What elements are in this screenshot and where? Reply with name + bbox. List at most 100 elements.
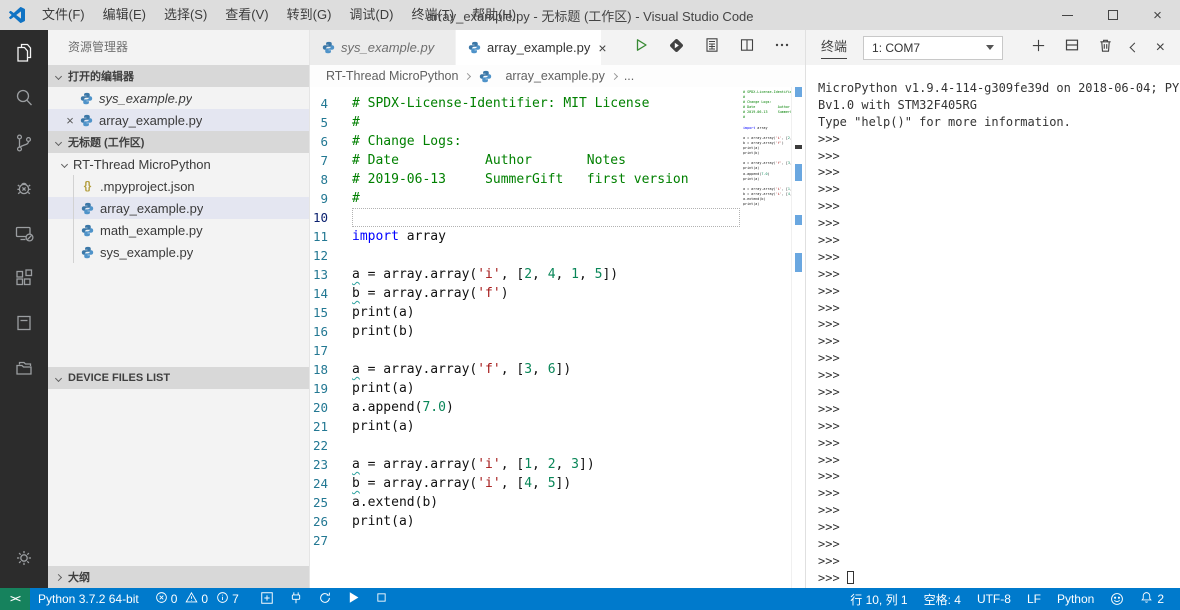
menu-item-1[interactable]: 编辑(E) — [94, 0, 155, 30]
section-device-files[interactable]: DEVICE FILES LIST — [48, 367, 309, 389]
tree-folder-rt-thread[interactable]: RT-Thread MicroPython — [48, 153, 309, 175]
menu-item-0[interactable]: 文件(F) — [33, 0, 94, 30]
indentation[interactable]: 空格: 4 — [916, 591, 969, 608]
code-line: 20 a.append(7.0) — [310, 398, 743, 417]
breadcrumb-file[interactable]: array_example.py — [505, 69, 604, 83]
code-line-content[interactable]: # — [352, 189, 740, 208]
split-terminal-icon[interactable] — [1064, 37, 1080, 58]
menu-item-4[interactable]: 转到(G) — [278, 0, 341, 30]
menu-item-5[interactable]: 调试(D) — [340, 0, 402, 30]
code-line-content[interactable]: print(a) — [352, 303, 740, 322]
search-icon[interactable] — [0, 75, 48, 120]
code-line-content[interactable] — [352, 436, 740, 455]
notifications-bell[interactable]: 2 — [1132, 591, 1172, 607]
code-line-content[interactable]: a = array.array('i', [1, 2, 3]) — [352, 455, 740, 474]
open-editor-item[interactable]: sys_example.py — [48, 87, 309, 109]
code-line-content[interactable]: # 2019-06-13 SummerGift first version — [352, 170, 740, 189]
code-line-content[interactable]: a.append(7.0) — [352, 398, 740, 417]
plug-icon[interactable] — [289, 591, 303, 608]
close-panel-icon[interactable]: × — [1156, 39, 1165, 56]
settings-gear-icon[interactable] — [0, 535, 48, 580]
run-icon[interactable] — [347, 591, 360, 607]
code-line-content[interactable]: print(a) — [352, 379, 740, 398]
code-line-content[interactable] — [352, 341, 740, 360]
new-terminal-icon[interactable] — [1031, 38, 1046, 58]
code-line-content[interactable] — [352, 246, 740, 265]
section-open-editors[interactable]: 打开的编辑器 — [48, 65, 309, 87]
code-line-content[interactable]: # Change Logs: — [352, 132, 740, 151]
device-icon[interactable] — [0, 210, 48, 255]
menu-item-2[interactable]: 选择(S) — [155, 0, 216, 30]
tree-item[interactable]: sys_example.py — [48, 241, 309, 263]
code-line: 21 print(a) — [310, 417, 743, 436]
code-line-content[interactable] — [352, 531, 740, 550]
explorer-icon[interactable] — [0, 30, 48, 75]
maximize-icon[interactable] — [1090, 0, 1135, 30]
code-line-content[interactable]: a = array.array('f', [3, 6]) — [352, 360, 740, 379]
tab-terminal[interactable]: 终端 — [821, 36, 848, 59]
tab-array-example[interactable]: array_example.py × — [456, 30, 607, 65]
section-outline[interactable]: 大纲 — [48, 566, 309, 588]
code-line-content[interactable]: import array — [352, 227, 740, 246]
terminal-output[interactable]: MicroPython v1.9.4-114-g309fe39d on 2018… — [806, 65, 1180, 588]
feedback-smiley-icon[interactable] — [1102, 592, 1132, 606]
line-number: 12 — [312, 248, 328, 263]
rt-thread-actions — [252, 591, 396, 608]
overview-ruler[interactable] — [791, 87, 805, 588]
section-workspace[interactable]: 无标题 (工作区) — [48, 131, 309, 153]
code-editor[interactable]: 4 # SPDX-License-Identifier: MIT License 5… — [310, 87, 743, 588]
eol-sequence[interactable]: LF — [1019, 592, 1049, 606]
maximize-panel-icon[interactable] — [1129, 42, 1140, 53]
python-interpreter[interactable]: Python 3.7.2 64-bit — [30, 592, 147, 606]
split-editor-icon[interactable] — [739, 37, 755, 58]
code-line-content[interactable]: # SPDX-License-Identifier: MIT License — [352, 94, 740, 113]
encoding[interactable]: UTF-8 — [969, 592, 1019, 606]
debug-icon[interactable] — [0, 165, 48, 210]
close-window-icon[interactable]: × — [1135, 0, 1180, 30]
stop-icon[interactable] — [375, 591, 388, 607]
close-tab-icon[interactable]: × — [590, 40, 606, 56]
code-line-content[interactable]: print(b) — [352, 322, 740, 341]
open-editor-item[interactable]: × array_example.py — [48, 109, 309, 131]
more-actions-icon[interactable] — [774, 37, 790, 58]
folders-icon[interactable] — [0, 345, 48, 390]
minimize-icon[interactable] — [1045, 0, 1090, 30]
chevron-right-icon — [610, 72, 618, 80]
download-program-icon[interactable] — [668, 37, 685, 59]
code-line-content[interactable]: print(a) — [352, 512, 740, 531]
remote-indicator[interactable]: >< — [0, 588, 30, 610]
code-line-content[interactable]: # Date Author Notes — [352, 151, 740, 170]
run-file-icon[interactable] — [633, 37, 649, 58]
extensions-icon[interactable] — [0, 255, 48, 300]
tree-item[interactable]: {} .mpyproject.json — [48, 175, 309, 197]
python-icon — [466, 41, 482, 54]
code-line-content[interactable]: b = array.array('f') — [352, 284, 740, 303]
kill-terminal-icon[interactable] — [1098, 38, 1113, 58]
warning-icon — [185, 591, 198, 607]
sync-icon[interactable] — [318, 591, 332, 608]
python-icon — [78, 92, 94, 105]
code-line-content[interactable]: a = array.array('i', [2, 4, 1, 5]) — [352, 265, 740, 284]
menu-item-3[interactable]: 查看(V) — [216, 0, 277, 30]
problems-indicator[interactable]: 0 0 7 — [147, 591, 252, 607]
code-line-content[interactable]: # — [352, 113, 740, 132]
terminal-selector-dropdown[interactable]: 1: COM7 — [863, 35, 1004, 60]
close-editor-icon[interactable]: × — [62, 113, 78, 128]
tree-item[interactable]: array_example.py — [48, 197, 309, 219]
memory-board-icon[interactable] — [704, 37, 720, 58]
cursor-position[interactable]: 行 10, 列 1 — [842, 591, 915, 608]
breadcrumb-symbol[interactable]: ... — [624, 69, 634, 83]
minimap[interactable]: # SPDX-License-Identifier: MIT License##… — [743, 87, 791, 588]
source-control-icon[interactable] — [0, 120, 48, 165]
code-line-content[interactable]: b = array.array('i', [4, 5]) — [352, 474, 740, 493]
code-line-content[interactable]: print(a) — [352, 417, 740, 436]
output-icon[interactable] — [0, 300, 48, 345]
breadcrumb-folder[interactable]: RT-Thread MicroPython — [326, 69, 458, 83]
tab-sys-example[interactable]: sys_example.py — [310, 30, 456, 65]
language-mode[interactable]: Python — [1049, 592, 1102, 606]
line-number: 23 — [312, 457, 328, 472]
code-line-content[interactable] — [352, 208, 740, 227]
code-line-content[interactable]: a.extend(b) — [352, 493, 740, 512]
new-project-icon[interactable] — [260, 591, 274, 608]
tree-item[interactable]: math_example.py — [48, 219, 309, 241]
